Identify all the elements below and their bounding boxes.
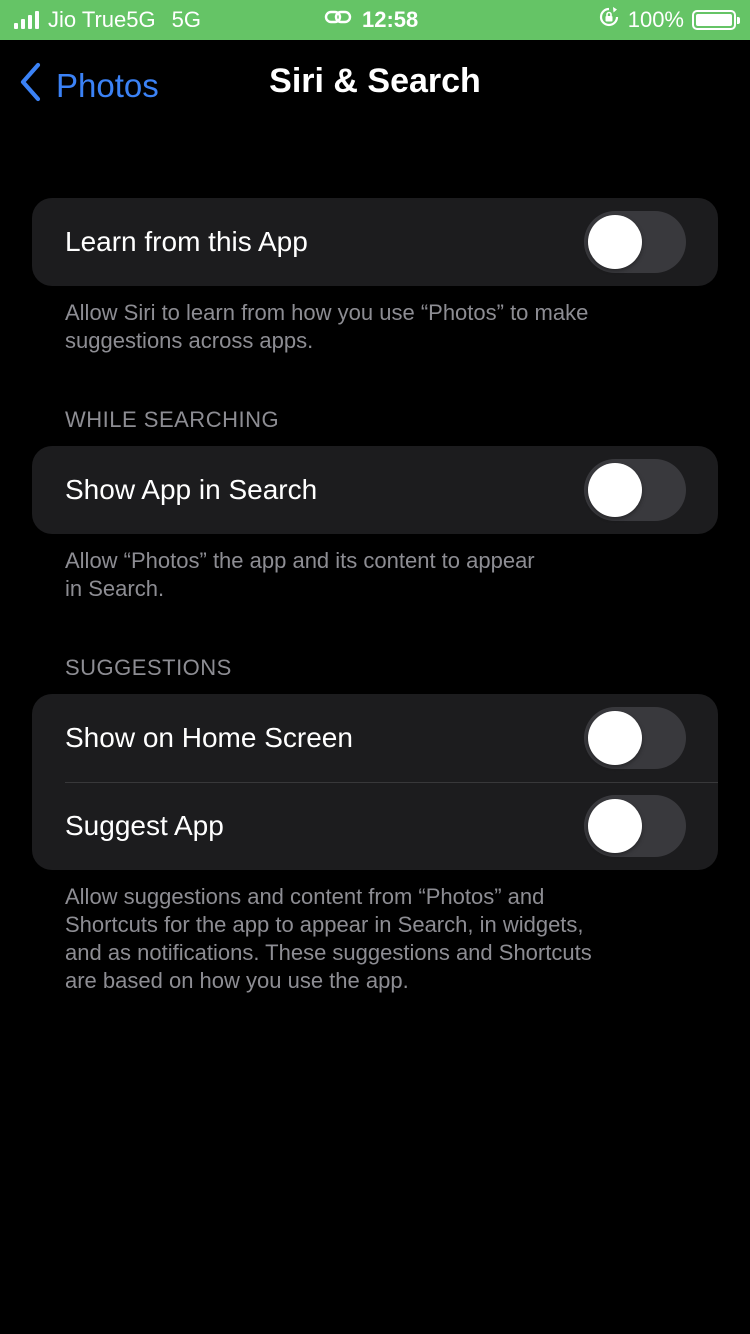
signal-icon <box>14 11 39 29</box>
navigation-bar: Photos Siri & Search <box>0 40 750 128</box>
while-searching-footnote: Allow “Photos” the app and its content t… <box>65 547 705 603</box>
show-on-home-screen-label: Show on Home Screen <box>65 722 353 753</box>
suggestions-footnote-line: Shortcuts for the app to appear in Searc… <box>65 912 584 937</box>
suggest-app-label: Suggest App <box>65 810 224 841</box>
suggestions-header: SUGGESTIONS <box>65 655 232 680</box>
learn-group: Learn from this App <box>32 198 718 286</box>
suggestions-footnote: Allow suggestions and content from “Phot… <box>65 883 705 995</box>
learn-from-app-row: Learn from this App <box>32 198 718 286</box>
show-app-in-search-row: Show App in Search <box>32 446 718 534</box>
back-button-label: Photos <box>56 67 159 104</box>
suggest-app-row: Suggest App <box>32 782 718 870</box>
show-app-in-search-toggle[interactable] <box>584 459 686 521</box>
toggle-knob <box>588 215 642 269</box>
battery-percent: 100% <box>627 7 684 32</box>
learn-footnote-line: Allow Siri to learn from how you use “Ph… <box>65 300 589 325</box>
suggestions-footnote-line: Allow suggestions and content from “Phot… <box>65 884 545 909</box>
suggestions-footnote-line: are based on how you use the app. <box>65 968 409 993</box>
while-searching-group: Show App in Search <box>32 446 718 534</box>
clock: 12:58 <box>362 7 419 32</box>
suggestions-group: Show on Home Screen Suggest App <box>32 694 718 870</box>
chevron-left-icon <box>18 62 56 110</box>
status-right: 100% <box>598 0 740 40</box>
while-searching-header: WHILE SEARCHING <box>65 407 280 432</box>
learn-footnote: Allow Siri to learn from how you use “Ph… <box>65 299 705 355</box>
learn-from-app-label: Learn from this App <box>65 226 308 257</box>
while-searching-footnote-line: in Search. <box>65 576 165 601</box>
suggest-app-toggle[interactable] <box>584 795 686 857</box>
suggestions-footnote-line: and as notifications. These suggestions … <box>65 940 592 965</box>
status-left: Jio True5G 5G <box>14 0 201 40</box>
show-on-home-screen-row: Show on Home Screen <box>32 694 718 782</box>
show-on-home-screen-toggle[interactable] <box>584 707 686 769</box>
carrier-label: Jio True5G <box>48 7 156 32</box>
learn-from-app-toggle[interactable] <box>584 211 686 273</box>
learn-footnote-line: suggestions across apps. <box>65 328 314 353</box>
link-icon <box>324 7 352 33</box>
toggle-knob <box>588 799 642 853</box>
network-label: 5G <box>171 7 201 32</box>
status-center: 12:58 <box>324 0 418 40</box>
toggle-knob <box>588 711 642 765</box>
rotation-lock-icon <box>598 6 620 34</box>
status-bar: Jio True5G 5G 12:58 100% <box>0 0 750 40</box>
battery-icon <box>692 10 740 30</box>
toggle-knob <box>588 463 642 517</box>
back-button[interactable]: Photos <box>18 62 159 110</box>
while-searching-footnote-line: Allow “Photos” the app and its content t… <box>65 548 535 573</box>
show-app-in-search-label: Show App in Search <box>65 474 318 505</box>
